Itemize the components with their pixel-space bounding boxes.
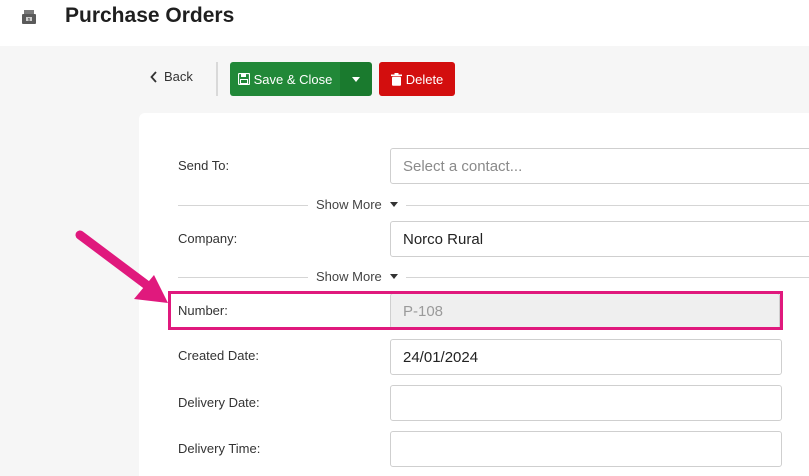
page-header: $ Purchase Orders bbox=[0, 0, 809, 46]
save-close-button[interactable]: Save & Close bbox=[230, 62, 340, 96]
section-divider bbox=[178, 277, 809, 278]
cash-register-icon: $ bbox=[22, 10, 36, 24]
save-close-label: Save & Close bbox=[253, 71, 333, 87]
annotation-arrow-icon bbox=[75, 230, 168, 303]
show-more-label: Show More bbox=[316, 269, 382, 284]
send-to-label: Send To: bbox=[178, 158, 230, 173]
toolbar-separator bbox=[216, 62, 218, 96]
created-date-field[interactable]: 24/01/2024 bbox=[390, 339, 782, 375]
page-title: Purchase Orders bbox=[65, 4, 235, 27]
back-button[interactable]: Back bbox=[150, 69, 193, 84]
back-label: Back bbox=[164, 69, 193, 84]
send-to-select[interactable]: Select a contact... bbox=[390, 148, 809, 184]
show-more-toggle[interactable]: Show More bbox=[308, 269, 406, 284]
highlight-box bbox=[168, 291, 783, 330]
trash-icon bbox=[390, 72, 402, 86]
delivery-date-field[interactable] bbox=[390, 385, 782, 421]
delivery-time-label: Delivery Time: bbox=[178, 441, 261, 456]
delete-label: Delete bbox=[405, 71, 444, 87]
delivery-date-label: Delivery Date: bbox=[178, 395, 260, 410]
created-date-label: Created Date: bbox=[178, 348, 259, 363]
caret-down-icon bbox=[389, 274, 398, 279]
company-field[interactable]: Norco Rural bbox=[390, 221, 809, 257]
show-more-label: Show More bbox=[316, 197, 382, 212]
section-divider bbox=[178, 205, 809, 206]
delivery-time-field[interactable] bbox=[390, 431, 782, 467]
chevron-left-icon bbox=[150, 70, 157, 83]
caret-down-icon bbox=[352, 76, 360, 82]
delete-button[interactable]: Delete bbox=[379, 62, 455, 96]
save-icon bbox=[237, 73, 250, 85]
show-more-toggle[interactable]: Show More bbox=[308, 197, 406, 212]
save-options-dropdown[interactable] bbox=[340, 62, 372, 96]
caret-down-icon bbox=[389, 202, 398, 207]
